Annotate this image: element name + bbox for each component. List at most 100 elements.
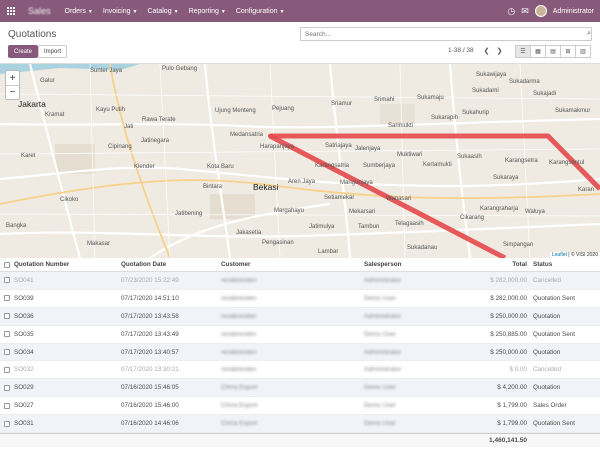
salesperson: Demo User (364, 294, 396, 302)
total: $ 250,885.00 (490, 330, 527, 338)
table-row[interactable]: SO031 07/16/2020 14:46:06 China Export D… (0, 415, 600, 434)
zoom-in-icon[interactable]: + (6, 71, 19, 85)
row-checkbox[interactable] (4, 295, 10, 302)
search-input[interactable] (300, 27, 592, 41)
activity-clock-icon[interactable]: ◷ (507, 6, 515, 17)
search-icon[interactable]: ⌕ (587, 30, 591, 38)
menu-invoicing[interactable]: Invoicing ▼ (103, 8, 138, 15)
column-header[interactable]: Customer (221, 261, 364, 268)
customer: rezabrenden (221, 330, 257, 338)
quotation-date: 07/17/2020 13:43:58 (121, 312, 179, 320)
map-label: Jalenjaya (355, 146, 381, 152)
pager-value[interactable]: 1-38 / 38 (448, 47, 474, 54)
pager-next-icon[interactable]: ❯ (494, 45, 505, 57)
customer: rezabrenden (221, 312, 257, 320)
row-checkbox[interactable] (4, 420, 10, 427)
table-row[interactable]: SO036 07/17/2020 13:43:58 rezabrenden Ad… (0, 307, 600, 326)
import-button[interactable]: Import (38, 45, 68, 58)
customer: rezabrenden (221, 366, 257, 374)
quotation-date: 07/16/2020 15:46:00 (121, 402, 179, 410)
map-view[interactable]: + − Jakarta Bekasi Sunter Jaya Pulo Geba… (0, 64, 600, 258)
table-row[interactable]: SO039 07/17/2020 14:51:10 rezabrenden De… (0, 290, 600, 308)
graph-view-icon[interactable]: ▥ (575, 45, 591, 58)
customer: China Export (221, 420, 258, 428)
menu-orders[interactable]: Orders ▼ (65, 8, 93, 15)
table-row[interactable]: SO032 07/17/2020 13:30:21 rezabrenden Ad… (0, 361, 600, 380)
messaging-icon[interactable]: ✉ (521, 6, 529, 17)
table-footer: 1,460,141.50 (0, 433, 600, 448)
menu-catalog[interactable]: Catalog ▼ (147, 8, 178, 15)
map-label: Karet (21, 153, 36, 159)
column-header[interactable]: Quotation Date (121, 261, 221, 268)
salesperson: Demo User (364, 420, 396, 428)
column-header[interactable]: Salesperson (364, 261, 464, 268)
avatar[interactable] (534, 5, 547, 17)
create-button[interactable]: Create (8, 45, 39, 58)
map-label: Galur (40, 78, 55, 84)
table-row[interactable]: SO027 07/16/2020 15:46:00 China Export D… (0, 397, 600, 416)
map-label: Makasar (87, 241, 111, 247)
map-label: Ujung Menteng (215, 108, 256, 114)
status: Cancelled (533, 276, 562, 284)
total: $ 1,799.00 (497, 420, 527, 428)
main-menu: Orders ▼ Invoicing ▼ Catalog ▼ Reporting ▼ C… (65, 8, 285, 15)
app-name[interactable]: Sales (28, 6, 51, 16)
table-row[interactable]: SO029 07/16/2020 15:46:05 China Export D… (0, 379, 600, 398)
quotation-date: 07/17/2020 13:40:57 (121, 348, 179, 356)
map-label: Sukajadi (533, 91, 557, 97)
select-all-checkbox[interactable] (4, 261, 10, 268)
map-label: Klender (134, 164, 155, 170)
column-header[interactable]: Total (464, 261, 533, 268)
row-checkbox[interactable] (4, 331, 10, 338)
map-label: Bangka (6, 223, 27, 229)
row-checkbox[interactable] (4, 349, 10, 355)
map-label: Cikoko (60, 197, 79, 203)
map-label: Tambun (358, 224, 380, 230)
salesperson: Demo User (364, 402, 396, 410)
quotation-number: SO029 (14, 384, 34, 392)
kanban-view-icon[interactable]: ▦ (530, 45, 546, 58)
status: Sales Order (533, 402, 567, 410)
grand-total: 1,460,141.50 (489, 437, 527, 445)
map-label: Mekarsari (349, 209, 376, 215)
pivot-view-icon[interactable]: ⊞ (560, 45, 576, 58)
menu-configuration[interactable]: Configuration ▼ (236, 8, 285, 15)
row-checkbox[interactable] (4, 402, 10, 409)
map-label: Karangraharja (480, 206, 519, 212)
customer: rezabrenden (221, 348, 257, 356)
list-view-icon[interactable]: ☰ (515, 45, 531, 58)
column-header[interactable]: Quotation Number (14, 261, 121, 268)
apps-menu-icon[interactable] (0, 0, 22, 22)
row-checkbox[interactable] (4, 313, 10, 320)
map-label: Karangsentul (549, 160, 585, 166)
user-menu[interactable]: Administrator (553, 8, 594, 15)
column-header[interactable]: Status (533, 261, 600, 268)
map-label: Sukarapih (431, 115, 459, 121)
table-row[interactable]: SO034 07/17/2020 13:40:57 rezabrenden Ad… (0, 343, 600, 362)
map-label: Sukadarma (509, 79, 540, 85)
row-checkbox[interactable] (4, 384, 10, 391)
map-label: Karangsatria (315, 163, 350, 169)
total: $ 4,200.00 (497, 384, 527, 392)
caret-down-icon: ▼ (132, 8, 138, 15)
pager-previous-icon[interactable]: ❮ (481, 45, 492, 57)
map-label: Jatibening (175, 211, 203, 217)
map-label: Sukadami (472, 88, 499, 94)
row-checkbox[interactable] (4, 366, 10, 373)
map-label: Margahayu (274, 208, 305, 214)
status: Quotation Sent (533, 294, 576, 302)
quotation-number: SO032 (14, 366, 34, 374)
quotations-table: Quotation Number Quotation Date Customer… (0, 258, 600, 449)
row-checkbox[interactable] (4, 277, 10, 284)
map-label: Lambar (318, 249, 339, 255)
menu-reporting[interactable]: Reporting ▼ (189, 8, 226, 15)
map-label: Sukawijaya (476, 72, 507, 78)
table-row[interactable]: SO035 07/17/2020 13:43:49 rezabrenden De… (0, 326, 600, 344)
page-title: Quotations (8, 29, 57, 40)
quotation-number: SO031 (14, 420, 34, 428)
map-label: Wanasari (386, 196, 412, 202)
zoom-out-icon[interactable]: − (6, 85, 19, 99)
table-row[interactable]: SO041 07/23/2020 15:22:49 rezabrenden Ad… (0, 272, 600, 290)
calendar-view-icon[interactable]: ▤ (545, 45, 561, 58)
map-label: Kramat (45, 112, 65, 118)
